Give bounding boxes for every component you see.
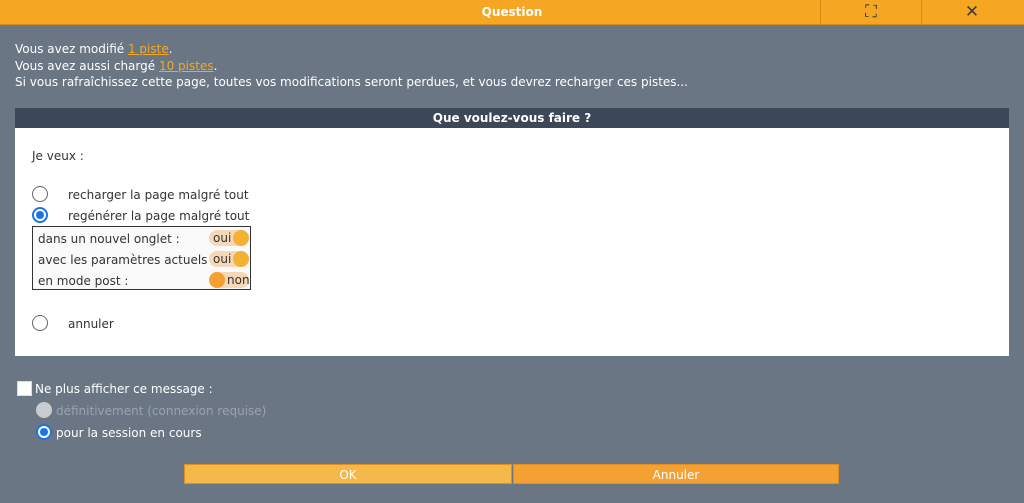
- ok-button[interactable]: OK: [184, 464, 512, 484]
- radio-permanent[interactable]: [36, 402, 52, 418]
- intro-label: Je veux :: [32, 149, 84, 163]
- toggle-post-mode-value: non: [227, 273, 250, 287]
- radio-regenerate-label[interactable]: regénérer la page malgré tout: [68, 209, 249, 223]
- radio-permanent-label[interactable]: définitivement (connexion requise): [56, 404, 266, 418]
- toggle-current-params[interactable]: oui: [209, 251, 249, 267]
- radio-session-label[interactable]: pour la session en cours: [56, 426, 202, 440]
- radio-cancel-label[interactable]: annuler: [68, 317, 114, 331]
- toggle-knob: [233, 251, 249, 267]
- title-bar: Question ⛶ ✕: [0, 0, 1024, 25]
- option-current-params-label: avec les paramètres actuels :: [38, 253, 216, 267]
- toggle-new-tab[interactable]: oui: [209, 230, 249, 246]
- maximize-icon[interactable]: ⛶: [820, 0, 922, 24]
- cancel-button[interactable]: Annuler: [513, 464, 839, 484]
- message-text: .: [213, 59, 218, 73]
- toggle-knob: [233, 230, 249, 246]
- dont-show-checkbox[interactable]: [17, 381, 32, 396]
- dont-show-label[interactable]: Ne plus afficher ce message :: [35, 382, 213, 396]
- message-line-2: Vous avez aussi chargé 10 pistes.: [15, 59, 217, 73]
- regenerate-options: dans un nouvel onglet : oui avec les par…: [32, 226, 251, 290]
- radio-session[interactable]: [36, 424, 52, 440]
- message-line-1: Vous avez modifié 1 piste.: [15, 42, 173, 56]
- close-icon[interactable]: ✕: [921, 0, 1023, 24]
- option-post-mode-label: en mode post :: [38, 274, 129, 288]
- toggle-new-tab-value: oui: [213, 231, 232, 245]
- message-line-3: Si vous rafraîchissez cette page, toutes…: [15, 75, 688, 89]
- radio-reload[interactable]: [32, 186, 48, 202]
- radio-cancel[interactable]: [32, 315, 48, 331]
- action-panel: Que voulez-vous faire ? Je veux : rechar…: [15, 108, 1009, 356]
- toggle-knob: [209, 272, 225, 288]
- loaded-tracks-link[interactable]: 10 pistes: [159, 59, 214, 73]
- message-text: Vous avez modifié: [15, 42, 128, 56]
- radio-reload-label[interactable]: recharger la page malgré tout: [68, 188, 249, 202]
- panel-header: Que voulez-vous faire ?: [15, 108, 1009, 128]
- toggle-current-params-value: oui: [213, 252, 232, 266]
- toggle-post-mode[interactable]: non: [209, 272, 250, 288]
- radio-regenerate[interactable]: [32, 207, 48, 223]
- option-new-tab-label: dans un nouvel onglet :: [38, 232, 180, 246]
- message-text: Vous avez aussi chargé: [15, 59, 159, 73]
- message-text: .: [168, 42, 173, 56]
- modified-tracks-link[interactable]: 1 piste: [128, 42, 169, 56]
